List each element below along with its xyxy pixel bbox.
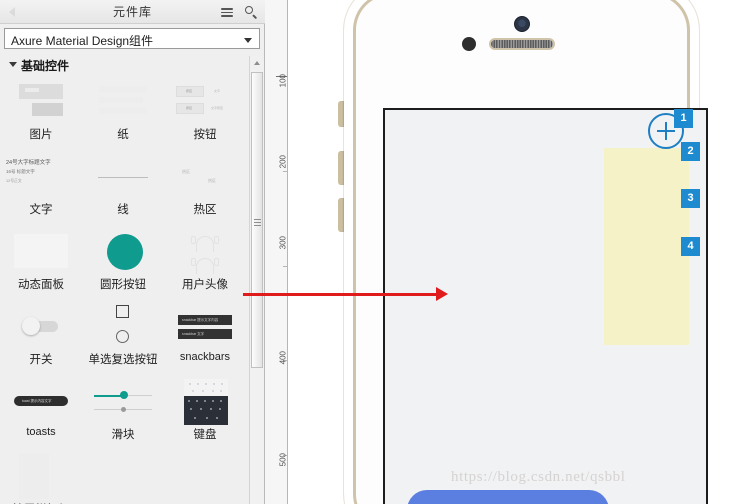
paper-widget-thumb [82,76,164,128]
panel-header: 元件库 [0,0,265,24]
radio-checkbox-widget-thumb [82,301,164,353]
widget-grid: 图片 纸 按钮 文字 按钮 文字按钮 按钮 24号大字标题文字 16号 标题文字… [0,76,248,504]
ruler-label: 200 [278,155,287,169]
widget-label: 滑块 [111,429,135,441]
widget-item-dynamic-panel[interactable]: 动态面板 [0,226,82,301]
thumb-text: 按钮 [186,106,193,110]
thumb-text: 热区 [182,169,190,174]
widget-label: 图片 [29,129,53,141]
switch-widget-thumb [0,301,82,353]
widget-label: 键盘 [193,429,217,441]
back-arrow-icon[interactable] [5,5,19,19]
widget-label: 单选复选按钮 [88,354,158,366]
marker-4[interactable]: 4 [681,237,700,256]
marker-2[interactable]: 2 [681,142,700,161]
thumb-text: 按钮 [186,89,193,93]
group-header-basic-widgets[interactable]: 基础控件 [0,56,250,74]
widget-item-text[interactable]: 24号大字标题文字 16号 标题文字 12号正文 文字 [0,151,82,226]
ruler-label: 400 [278,351,287,365]
thumb-text: 热区 [208,178,216,183]
widget-label: 文字 [29,204,53,216]
volume-down-button [338,198,344,232]
image-widget-thumb [0,76,82,128]
widget-label: snackbars [179,351,231,363]
marker-3[interactable]: 3 [681,189,700,208]
widget-item-image[interactable]: 图片 [0,76,82,151]
highlight-region[interactable] [604,148,689,345]
widget-label: 动态面板 [18,279,64,291]
design-canvas[interactable]: https://blog.csdn.net/qsbbl 1 2 3 4 [288,0,735,504]
widget-item-line[interactable]: 线 [82,151,164,226]
circle-button-widget-thumb [82,226,164,278]
annotation-arrow-head [436,287,448,301]
thumb-text: 文字按钮 [211,106,224,110]
volume-up-button [338,151,344,185]
slider-widget-thumb [82,376,164,428]
widget-library-panel: 元件库 Axure Material Design组件 基础控件 图片 纸 按钮… [0,0,265,504]
earpiece-speaker-icon [488,38,555,50]
widget-item-toasts[interactable]: toast 提示内容文字 toasts [0,376,82,451]
ruler-label: 500 [278,453,287,467]
line-widget-thumb [82,151,164,203]
widget-item-keyboard[interactable]: 键盘 [164,376,246,451]
ruler-tick [283,266,287,267]
text-widget-thumb: 24号大字标题文字 16号 标题文字 12号正文 [0,151,82,203]
hamburger-menu-icon[interactable] [219,4,235,20]
widget-item-drawer-frame[interactable]: 抽屉栏框架 [0,451,82,504]
hotspot-widget-thumb: 热区 热区 [164,151,246,203]
thumb-text: 24号大字标题文字 [6,160,51,166]
button-widget-thumb: 按钮 文字 按钮 文字按钮 [164,76,246,128]
front-camera-icon [513,16,530,32]
dynamic-panel-widget-thumb [0,226,82,278]
widget-label: 开关 [29,354,53,366]
widget-label: toasts [26,426,56,438]
ruler-tick [283,171,287,172]
scroll-up-arrow-icon[interactable] [250,56,264,70]
vertical-ruler: 100 200 300 400 500 [265,0,288,504]
user-avatar-widget-thumb [164,226,246,278]
drawer-frame-widget-thumb [0,451,82,503]
widget-item-snackbars[interactable]: snackbar 提示文字内容 snackbar 文字 snackbars [164,301,246,376]
app-window: 元件库 Axure Material Design组件 基础控件 图片 纸 按钮… [0,0,735,504]
thumb-text: 文字 [214,89,221,93]
thumb-text: 12号正文 [6,179,22,183]
thumb-text: snackbar 文字 [182,332,205,336]
chevron-down-icon [244,38,252,43]
thumb-text: toast 提示内容文字 [22,398,52,403]
ruler-label: 300 [278,236,287,250]
library-select-dropdown[interactable]: Axure Material Design组件 [4,28,260,49]
widget-label: 热区 [193,204,217,216]
ruler-label: 100 [278,74,287,88]
blue-rounded-button[interactable] [407,490,609,504]
annotation-arrow-line [243,293,439,296]
scrollbar-thumb[interactable] [251,72,263,368]
library-select-value: Axure Material Design组件 [11,34,154,48]
library-scrollbar[interactable] [249,56,264,504]
widget-item-user-avatar[interactable]: 用户头像 [164,226,246,301]
chevron-down-icon [9,62,17,67]
thumb-text: snackbar 提示文字内容 [182,318,219,322]
widget-label: 线 [117,204,129,216]
mute-switch-button [338,101,344,127]
thumb-text: 16号 标题文字 [6,169,35,174]
widget-item-slider[interactable]: 滑块 [82,376,164,451]
watermark-text: https://blog.csdn.net/qsbbl [451,469,626,485]
widget-item-button[interactable]: 按钮 文字 按钮 文字按钮 按钮 [164,76,246,151]
widget-item-radio-checkbox[interactable]: 单选复选按钮 [82,301,164,376]
search-icon[interactable] [243,4,259,20]
marker-1[interactable]: 1 [674,109,693,128]
widget-item-paper[interactable]: 纸 [82,76,164,151]
widget-label: 圆形按钮 [100,279,146,291]
proximity-sensor-icon [462,37,476,51]
widget-label: 用户头像 [182,279,228,291]
keyboard-widget-thumb [164,376,246,428]
toasts-widget-thumb: toast 提示内容文字 [0,376,82,428]
widget-item-circle-button[interactable]: 圆形按钮 [82,226,164,301]
widget-label: 按钮 [193,129,217,141]
widget-item-switch[interactable]: 开关 [0,301,82,376]
widget-item-hotspot[interactable]: 热区 热区 热区 [164,151,246,226]
group-label: 基础控件 [21,59,70,73]
widget-label: 纸 [117,129,129,141]
snackbars-widget-thumb: snackbar 提示文字内容 snackbar 文字 [164,301,246,353]
